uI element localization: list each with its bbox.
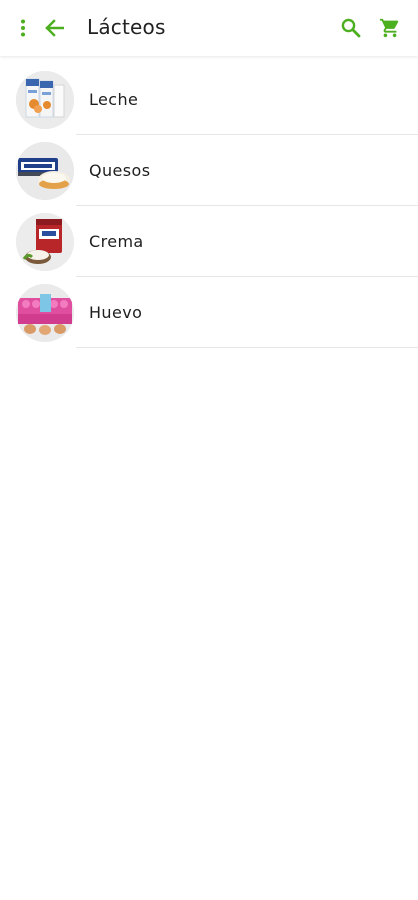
- list-item-crema[interactable]: Crema: [0, 206, 418, 277]
- top-app-bar: Lácteos: [0, 0, 418, 56]
- app-screen: Lácteos Leche Quesos Crema Huevo: [0, 0, 418, 900]
- cart-button[interactable]: [376, 0, 404, 56]
- category-list: Leche Quesos Crema Huevo: [0, 64, 418, 348]
- milk-cartons-image: [16, 71, 74, 129]
- list-item-quesos[interactable]: Quesos: [0, 135, 418, 206]
- list-item-label: Quesos: [89, 161, 151, 180]
- list-item-label: Huevo: [89, 303, 143, 322]
- shopping-cart-icon: [379, 18, 399, 38]
- more-vert-icon: [21, 19, 25, 37]
- list-item-huevo[interactable]: Huevo: [0, 277, 418, 348]
- cream-cheese-image: [16, 142, 74, 200]
- search-button[interactable]: [338, 0, 364, 56]
- list-item-leche[interactable]: Leche: [0, 64, 418, 135]
- list-item-label: Crema: [89, 232, 144, 251]
- divider: [76, 347, 418, 348]
- back-button[interactable]: [40, 0, 68, 56]
- egg-carton-image: [16, 284, 74, 342]
- search-icon: [341, 18, 361, 38]
- page-title: Lácteos: [87, 15, 166, 39]
- list-item-label: Leche: [89, 90, 139, 109]
- arrow-back-icon: [45, 19, 64, 37]
- overflow-menu-button[interactable]: [12, 0, 34, 56]
- cream-tub-image: [16, 213, 74, 271]
